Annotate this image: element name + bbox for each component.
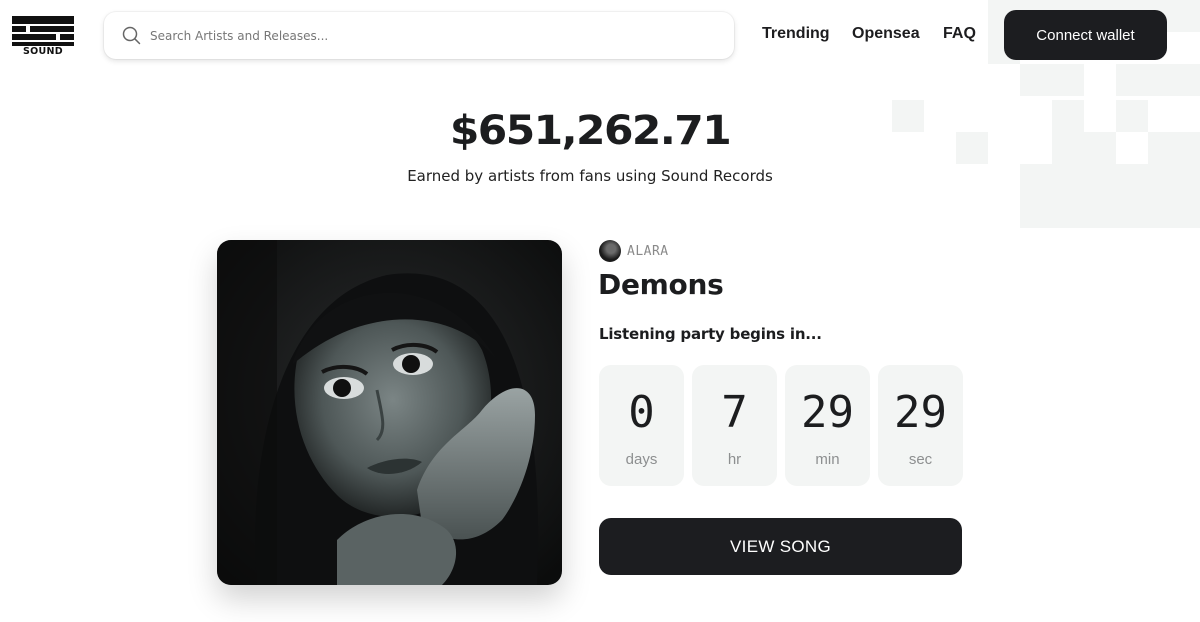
countdown-days: 0 days — [599, 365, 684, 486]
countdown-timer: 0 days 7 hr 29 min 29 sec — [599, 365, 963, 486]
countdown-value: 29 — [894, 387, 947, 438]
sound-logo[interactable]: SOUND — [10, 14, 78, 58]
connect-wallet-button[interactable]: Connect wallet — [1004, 10, 1167, 60]
search-icon — [122, 26, 141, 45]
earned-caption: Earned by artists from fans using Sound … — [407, 167, 773, 185]
countdown-seconds: 29 sec — [878, 365, 963, 486]
artwork-portrait-image — [217, 240, 562, 585]
sound-logo-icon — [12, 16, 74, 46]
search-bar[interactable] — [104, 12, 734, 59]
logo-wordmark: SOUND — [23, 46, 63, 57]
nav-link-faq[interactable]: FAQ — [943, 25, 976, 43]
countdown-unit: sec — [908, 451, 933, 468]
countdown-minutes: 29 min — [785, 365, 870, 486]
artist-link[interactable]: ALARA — [599, 240, 669, 262]
nav-link-trending[interactable]: Trending — [762, 25, 830, 43]
countdown-value: 7 — [721, 387, 748, 438]
song-title: Demons — [598, 268, 724, 301]
listening-party-label: Listening party begins in... — [599, 325, 822, 343]
countdown-value: 0 — [628, 387, 655, 438]
countdown-unit: hr — [727, 451, 742, 468]
artist-name: ALARA — [627, 243, 669, 259]
countdown-hours: 7 hr — [692, 365, 777, 486]
search-input[interactable] — [150, 28, 710, 43]
view-song-button[interactable]: VIEW SONG — [599, 518, 962, 575]
earned-amount: $651,262.71 — [449, 108, 732, 154]
nav-link-opensea[interactable]: Opensea — [852, 25, 920, 43]
countdown-value: 29 — [801, 387, 854, 438]
artist-avatar — [599, 240, 621, 262]
countdown-unit: days — [625, 451, 658, 468]
release-artwork[interactable] — [217, 240, 562, 585]
countdown-unit: min — [815, 451, 840, 468]
